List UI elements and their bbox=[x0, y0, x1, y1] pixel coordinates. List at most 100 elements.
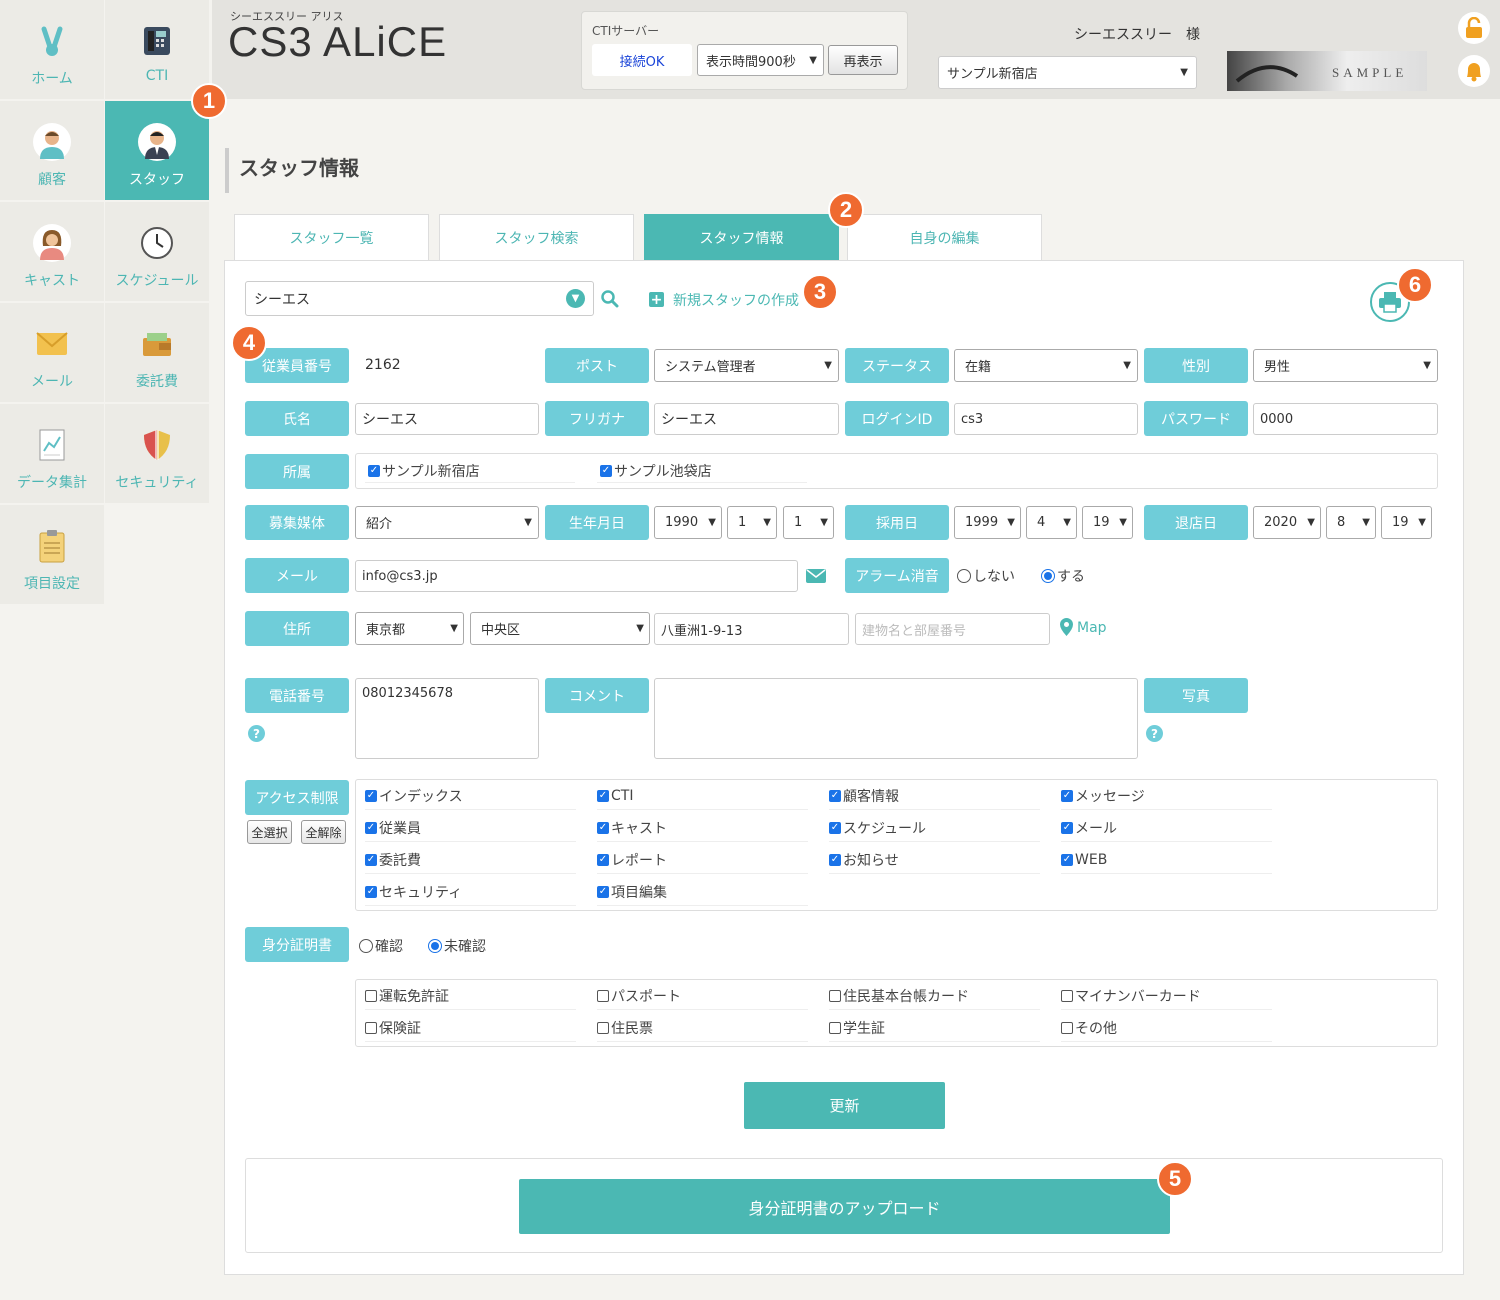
birth-month-select[interactable]: 1 ▼ bbox=[727, 506, 777, 539]
cast-icon bbox=[33, 224, 71, 262]
help-icon[interactable]: ? bbox=[248, 725, 265, 742]
access-mail-checkbox[interactable]: ✓ メール bbox=[1061, 814, 1272, 842]
access-customer-checkbox[interactable]: ✓ 顧客情報 bbox=[829, 782, 1040, 810]
access-employee-checkbox[interactable]: ✓ 従業員 bbox=[365, 814, 576, 842]
affiliation-shinjuku-checkbox[interactable]: ✓ サンプル新宿店 bbox=[368, 461, 480, 481]
leave-day-select[interactable]: 19 ▼ bbox=[1381, 506, 1432, 539]
login-id-input[interactable]: cs3 bbox=[954, 403, 1138, 435]
unlock-icon[interactable] bbox=[1458, 12, 1490, 44]
select-all-button[interactable]: 全選択 bbox=[247, 820, 292, 844]
check-icon: ✓ bbox=[597, 885, 609, 898]
status-select[interactable]: 在籍 ▼ bbox=[954, 349, 1138, 382]
mail-input[interactable]: info@cs3.jp bbox=[355, 560, 798, 592]
sidebar-item-settings[interactable]: 項目設定 bbox=[0, 505, 104, 604]
access-report-checkbox[interactable]: ✓ レポート bbox=[597, 846, 808, 874]
id-insurance-checkbox[interactable]: 保険証 bbox=[365, 1014, 576, 1042]
refresh-button[interactable]: 再表示 bbox=[828, 45, 898, 75]
street-input[interactable]: 八重洲1-9-13 bbox=[654, 613, 849, 645]
id-student-card-checkbox[interactable]: 学生証 bbox=[829, 1014, 1040, 1042]
hire-day-value: 19 bbox=[1093, 515, 1110, 530]
sidebar-item-label: ホーム bbox=[31, 71, 73, 87]
sidebar-item-commission[interactable]: 委託費 bbox=[105, 303, 209, 402]
sidebar-item-customer[interactable]: 顧客 bbox=[0, 101, 104, 200]
gender-select[interactable]: 男性 ▼ bbox=[1253, 349, 1438, 382]
new-staff-link[interactable]: 新規スタッフの作成 bbox=[673, 290, 799, 310]
bell-icon[interactable] bbox=[1458, 55, 1490, 87]
tab-staff-list[interactable]: スタッフ一覧 bbox=[234, 214, 429, 261]
comment-textarea[interactable] bbox=[654, 678, 1138, 759]
id-mynumber-checkbox[interactable]: マイナンバーカード bbox=[1061, 982, 1272, 1010]
sidebar-item-label: スタッフ bbox=[129, 172, 185, 188]
alarm-yes-radio[interactable]: する bbox=[1041, 566, 1085, 586]
hire-year-select[interactable]: 1999 ▼ bbox=[954, 506, 1021, 539]
sidebar-item-data[interactable]: データ集計 bbox=[0, 404, 104, 503]
media-select[interactable]: 紹介 ▼ bbox=[355, 506, 539, 539]
phone-icon bbox=[138, 22, 176, 60]
id-resident-record-checkbox[interactable]: 住民票 bbox=[597, 1014, 808, 1042]
access-index-checkbox[interactable]: ✓ インデックス bbox=[365, 782, 576, 810]
tab-staff-info[interactable]: スタッフ情報 bbox=[644, 214, 839, 261]
access-web-checkbox[interactable]: ✓ WEB bbox=[1061, 846, 1272, 874]
search-icon[interactable] bbox=[601, 290, 619, 312]
prefecture-select[interactable]: 東京都 ▼ bbox=[355, 612, 464, 645]
ward-select[interactable]: 中央区 ▼ bbox=[470, 612, 650, 645]
access-cast-checkbox[interactable]: ✓ キャスト bbox=[597, 814, 808, 842]
sidebar-item-schedule[interactable]: スケジュール bbox=[105, 202, 209, 301]
password-input[interactable]: 0000 bbox=[1253, 403, 1438, 435]
sidebar-item-mail[interactable]: メール bbox=[0, 303, 104, 402]
access-cti-checkbox[interactable]: ✓ CTI bbox=[597, 782, 808, 810]
dropdown-circle-icon[interactable]: ▼ bbox=[566, 289, 585, 308]
map-pin-icon[interactable] bbox=[1060, 618, 1073, 640]
tab-staff-search[interactable]: スタッフ検索 bbox=[439, 214, 634, 261]
tab-self-edit[interactable]: 自身の編集 bbox=[847, 214, 1042, 261]
envelope-icon[interactable] bbox=[806, 569, 826, 587]
sidebar-item-cast[interactable]: キャスト bbox=[0, 202, 104, 301]
leave-month-select[interactable]: 8 ▼ bbox=[1326, 506, 1376, 539]
store-select[interactable]: サンプル新宿店 ▼ bbox=[938, 56, 1197, 89]
sidebar-item-security[interactable]: セキュリティ bbox=[105, 404, 209, 503]
sidebar-item-label: データ集計 bbox=[17, 475, 87, 491]
id-other-checkbox[interactable]: その他 bbox=[1061, 1014, 1272, 1042]
furigana-input[interactable]: シーエス bbox=[654, 403, 839, 435]
sidebar-item-home[interactable]: ホーム bbox=[0, 0, 104, 99]
staff-search-input[interactable]: シーエス ▼ bbox=[245, 281, 594, 316]
id-passport-checkbox[interactable]: パスポート bbox=[597, 982, 808, 1010]
plus-icon[interactable]: + bbox=[649, 292, 664, 308]
birth-day-select[interactable]: 1 ▼ bbox=[783, 506, 834, 539]
post-select[interactable]: システム管理者 ▼ bbox=[654, 349, 839, 382]
upload-id-button[interactable]: 身分証明書のアップロード bbox=[519, 1179, 1170, 1234]
name-input[interactable]: シーエス bbox=[355, 403, 539, 435]
prefecture-value: 東京都 bbox=[366, 623, 406, 638]
hire-day-select[interactable]: 19 ▼ bbox=[1082, 506, 1133, 539]
login-id-label: ログインID bbox=[845, 401, 949, 436]
phone-input[interactable]: 08012345678 bbox=[355, 678, 539, 759]
building-input[interactable]: 建物名と部屋番号 bbox=[855, 613, 1050, 645]
leave-year-select[interactable]: 2020 ▼ bbox=[1253, 506, 1321, 539]
access-schedule-checkbox[interactable]: ✓ スケジュール bbox=[829, 814, 1040, 842]
sidebar-item-staff[interactable]: スタッフ bbox=[105, 101, 209, 200]
hire-month-select[interactable]: 4 ▼ bbox=[1026, 506, 1077, 539]
id-confirmed-radio[interactable]: 確認 bbox=[359, 936, 403, 956]
help-icon[interactable]: ? bbox=[1146, 725, 1163, 742]
access-message-checkbox[interactable]: ✓ メッセージ bbox=[1061, 782, 1272, 810]
birth-year-select[interactable]: 1990 ▼ bbox=[654, 506, 722, 539]
id-resident-card-checkbox[interactable]: 住民基本台帳カード bbox=[829, 982, 1040, 1010]
checkbox-label: キャスト bbox=[611, 820, 667, 837]
map-link[interactable]: Map bbox=[1077, 620, 1107, 636]
chevron-down-icon: ▼ bbox=[763, 517, 771, 528]
id-unconfirmed-radio[interactable]: 未確認 bbox=[428, 936, 486, 956]
sidebar-item-label: 項目設定 bbox=[24, 576, 80, 592]
update-button[interactable]: 更新 bbox=[744, 1082, 945, 1129]
sidebar-item-cti[interactable]: CTI bbox=[105, 0, 209, 99]
alarm-no-radio[interactable]: しない bbox=[957, 566, 1015, 586]
access-commission-checkbox[interactable]: ✓ 委託費 bbox=[365, 846, 576, 874]
chevron-down-icon: ▼ bbox=[1063, 517, 1071, 528]
id-driver-license-checkbox[interactable]: 運転免許証 bbox=[365, 982, 576, 1010]
display-time-select[interactable]: 表示時間900秒 ▼ bbox=[697, 44, 824, 76]
checkbox-icon bbox=[597, 989, 609, 1002]
access-security-checkbox[interactable]: ✓ セキュリティ bbox=[365, 878, 576, 906]
access-notice-checkbox[interactable]: ✓ お知らせ bbox=[829, 846, 1040, 874]
access-item-edit-checkbox[interactable]: ✓ 項目編集 bbox=[597, 878, 808, 906]
deselect-all-button[interactable]: 全解除 bbox=[301, 820, 346, 844]
affiliation-ikebukuro-checkbox[interactable]: ✓ サンプル池袋店 bbox=[600, 461, 712, 481]
